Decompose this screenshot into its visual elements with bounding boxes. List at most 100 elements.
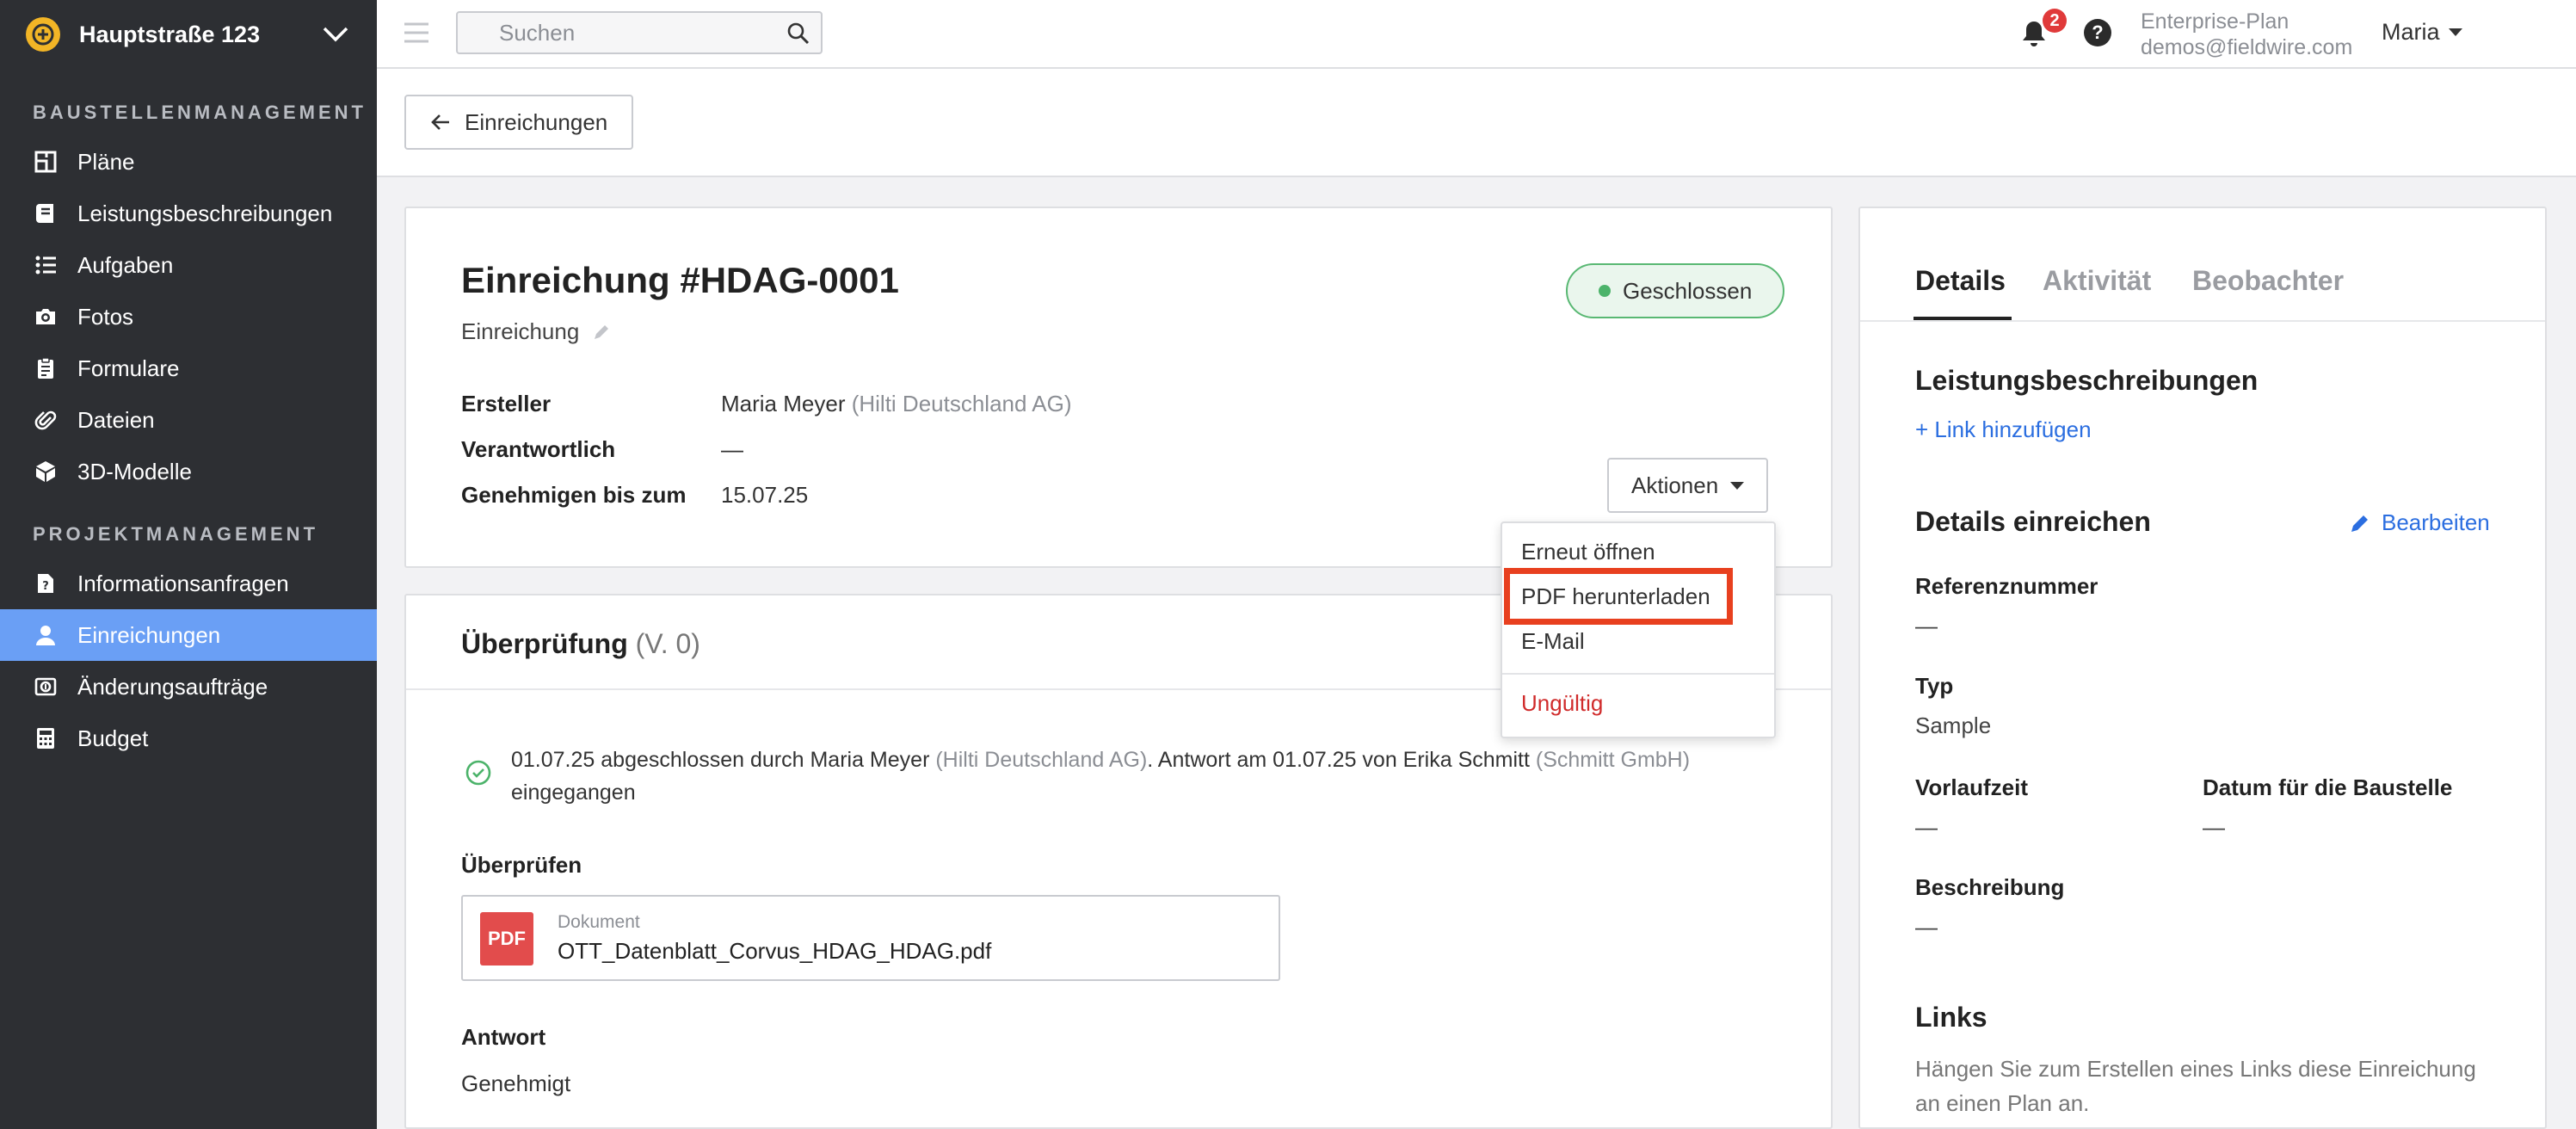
sidebar-item-label: Pläne — [77, 148, 135, 175]
type-value: Sample — [1915, 713, 1992, 738]
project-name: Hauptstraße 123 — [79, 21, 261, 47]
details-panel: Details Aktivität Beobachter Leistungsbe… — [1858, 207, 2547, 1129]
sidebar-item-plans[interactable]: Pläne — [0, 136, 377, 188]
review-log-entry: 01.07.25 abgeschlossen durch Maria Meyer… — [511, 743, 1767, 809]
sidebar-item-files[interactable]: Dateien — [0, 394, 377, 446]
menu-item-invalid[interactable]: Ungültig — [1521, 690, 1603, 717]
submittal-type-label: Einreichung — [461, 318, 580, 344]
account-info: Enterprise-Plan demos@fieldwire.com — [2141, 9, 2352, 60]
sidebar-item-3d-models[interactable]: 3D-Modelle — [0, 446, 377, 497]
camera-icon — [33, 304, 59, 330]
specs-icon — [33, 201, 59, 226]
highlight-box — [1504, 568, 1733, 625]
cube-icon — [33, 459, 59, 484]
links-section-title: Links — [1915, 1002, 1987, 1033]
sidebar-item-budget[interactable]: Budget — [0, 713, 377, 764]
description-label: Beschreibung — [1915, 874, 2065, 900]
pdf-file-icon: PDF — [480, 912, 533, 966]
document-name: OTT_Datenblatt_Corvus_HDAG_HDAG.pdf — [558, 938, 992, 964]
sidebar-item-label: Fotos — [77, 303, 134, 330]
log-text: 01.07.25 abgeschlossen durch Maria Meyer — [511, 748, 930, 772]
sidebar-item-forms[interactable]: Formulare — [0, 342, 377, 394]
approve-by-label: Genehmigen bis zum — [461, 482, 687, 508]
sidebar-item-label: Dateien — [77, 406, 155, 433]
lead-time-label: Vorlaufzeit — [1915, 774, 2028, 800]
sidebar-item-photos[interactable]: Fotos — [0, 291, 377, 342]
sidebar-item-tasks[interactable]: Aufgaben — [0, 239, 377, 291]
lead-time-value: — — [1915, 814, 1938, 840]
description-value: — — [1915, 914, 1938, 940]
document-attachment[interactable]: PDF Dokument OTT_Datenblatt_Corvus_HDAG_… — [461, 895, 1280, 981]
tab-activity[interactable]: Aktivität — [2043, 265, 2151, 297]
pencil-icon[interactable] — [591, 322, 612, 342]
review-title: Überprüfung (V. 0) — [461, 628, 700, 660]
log-company: (Schmitt GmbH) — [1535, 748, 1691, 772]
details-tabs: Details Aktivität Beobachter — [1860, 208, 2545, 322]
actions-button[interactable]: Aktionen — [1607, 458, 1769, 513]
answer-label: Antwort — [461, 1024, 546, 1050]
search-input[interactable] — [458, 13, 750, 52]
sidebar-item-label: Informationsanfragen — [77, 570, 289, 596]
project-selector[interactable]: Hauptstraße 123 — [0, 0, 377, 69]
review-section-label: Überprüfen — [461, 852, 582, 878]
chevron-down-icon[interactable] — [322, 26, 349, 43]
back-bar: Einreichungen — [377, 69, 2576, 177]
edit-label: Bearbeiten — [2382, 509, 2490, 535]
tab-details[interactable]: Details — [1915, 265, 2006, 297]
tab-watchers[interactable]: Beobachter — [2192, 265, 2344, 297]
sidebar-item-label: 3D-Modelle — [77, 458, 192, 484]
site-date-label: Datum für die Baustelle — [2203, 774, 2453, 800]
sidebar-item-specs[interactable]: Leistungsbeschreibungen — [0, 188, 377, 239]
sidebar-item-label: Aufgaben — [77, 251, 174, 278]
menu-divider — [1502, 673, 1774, 675]
reference-value: — — [1915, 613, 1938, 639]
links-hint: Hängen Sie zum Erstellen eines Links die… — [1915, 1056, 2476, 1116]
search-box — [456, 11, 823, 54]
user-menu[interactable]: Maria — [2382, 19, 2462, 46]
sidebar-item-label: Budget — [77, 725, 149, 751]
sidebar-item-label: Einreichungen — [77, 621, 221, 648]
creator-company: (Hilti Deutschland AG) — [851, 391, 1072, 416]
actions-dropdown-menu: Erneut öffnen PDF herunterladen E-Mail U… — [1501, 521, 1776, 738]
page-title: Einreichung #HDAG-0001 — [461, 260, 899, 300]
section-title-project-management: PROJEKTMANAGEMENT — [33, 523, 319, 545]
specs-section-title: Leistungsbeschreibungen — [1915, 365, 2259, 396]
sidebar-item-rfis[interactable]: ? Informationsanfragen — [0, 558, 377, 609]
log-company: (Hilti Deutschland AG) — [935, 748, 1148, 772]
submit-details-title: Details einreichen — [1915, 506, 2151, 537]
active-tab-indicator — [1914, 317, 2012, 320]
caret-down-icon — [2448, 28, 2462, 36]
answer-value: Genehmigt — [461, 1070, 571, 1096]
reference-label: Referenznummer — [1915, 573, 2098, 599]
menu-item-email[interactable]: E-Mail — [1521, 628, 1585, 655]
account-email: demos@fieldwire.com — [2141, 35, 2353, 59]
sidebar-item-submittals[interactable]: Einreichungen — [0, 609, 377, 661]
sidebar-item-change-orders[interactable]: Änderungsaufträge — [0, 661, 377, 713]
help-icon[interactable]: ? — [2084, 19, 2111, 46]
sidebar-item-label: Leistungsbeschreibungen — [77, 200, 333, 226]
search-icon[interactable] — [786, 22, 810, 46]
site-date-value: — — [2203, 814, 2225, 840]
responsible-value: — — [721, 436, 743, 462]
calculator-icon — [33, 725, 59, 751]
submittal-icon — [33, 622, 59, 648]
add-link-button[interactable]: + Link hinzufügen — [1915, 416, 2092, 443]
menu-item-reopen[interactable]: Erneut öffnen — [1521, 539, 1655, 565]
notification-count-badge: 2 — [2043, 9, 2067, 33]
pencil-icon — [2351, 515, 2368, 532]
plan-name: Enterprise-Plan — [2141, 9, 2289, 34]
creator-label: Ersteller — [461, 391, 552, 416]
creator-name: Maria Meyer — [721, 391, 846, 416]
hamburger-menu-icon[interactable] — [403, 21, 430, 45]
plans-icon — [33, 149, 59, 175]
type-label: Typ — [1915, 673, 1954, 699]
back-to-submittals-button[interactable]: Einreichungen — [404, 95, 634, 150]
section-title-site-management: BAUSTELLENMANAGEMENT — [33, 102, 367, 123]
top-bar: 2 ? Enterprise-Plan demos@fieldwire.com … — [377, 0, 2576, 69]
check-circle-icon — [465, 760, 491, 786]
log-text: . Antwort am 01.07.25 von Erika Schmitt — [1147, 748, 1530, 772]
tasks-icon — [33, 252, 59, 278]
document-type: Dokument — [558, 912, 640, 932]
forms-icon — [33, 355, 59, 381]
edit-button[interactable]: Bearbeiten — [2349, 509, 2490, 536]
